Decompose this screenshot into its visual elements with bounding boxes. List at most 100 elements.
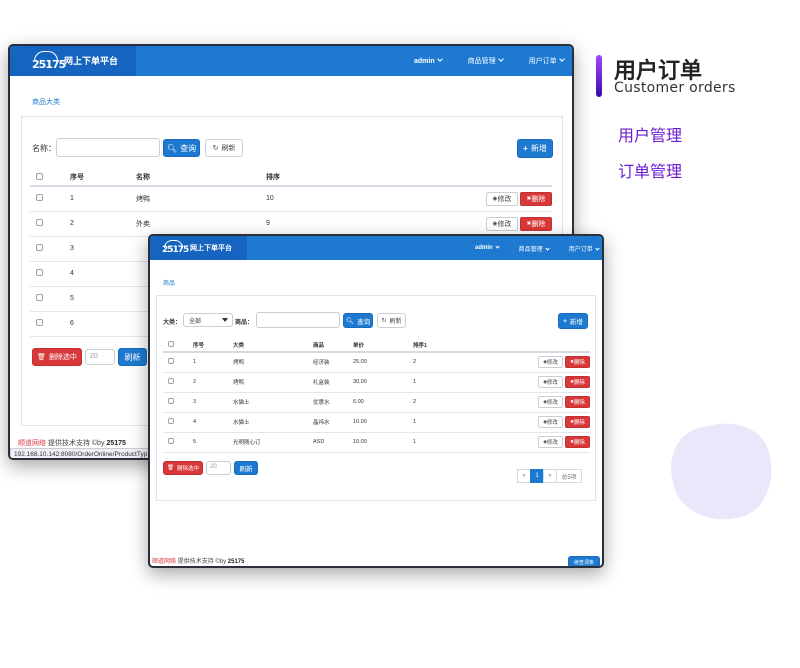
row-checkbox[interactable] bbox=[36, 269, 43, 276]
row-checkbox-cell[interactable] bbox=[163, 392, 193, 413]
footer-company: 顺道网络 bbox=[152, 559, 177, 565]
query-button[interactable]: 🔍︎ 查询 bbox=[163, 139, 200, 157]
chevron-down-icon bbox=[436, 55, 443, 62]
row-checkbox-cell[interactable] bbox=[30, 286, 70, 312]
cell-sort: 2 bbox=[413, 392, 463, 413]
col-actions bbox=[416, 169, 552, 187]
row-checkbox[interactable] bbox=[168, 418, 174, 424]
edit-button[interactable]: ◉ 修改 bbox=[486, 191, 518, 206]
breadcrumb[interactable]: 商品大类 bbox=[32, 97, 60, 107]
cell-sort: 10 bbox=[266, 186, 416, 212]
row-actions: ◉ 修改 ✖ 删除 bbox=[463, 372, 590, 393]
row-checkbox-cell[interactable] bbox=[163, 432, 193, 453]
col-actions bbox=[463, 338, 590, 353]
page-size-input[interactable]: 20 bbox=[206, 461, 231, 475]
cell-sort: 9 bbox=[266, 211, 416, 237]
breadcrumb[interactable]: 商品 bbox=[163, 278, 175, 287]
brand-area[interactable]: 25175 网上下单平台 bbox=[10, 46, 136, 76]
row-checkbox-cell[interactable] bbox=[163, 352, 193, 373]
delete-button[interactable]: ✖ 删除 bbox=[565, 436, 590, 448]
select-all-checkbox-cell[interactable] bbox=[30, 169, 70, 187]
row-actions: ◉ 修改 ✖ 删除 bbox=[463, 352, 590, 373]
delete-button[interactable]: ✖ 删除 bbox=[520, 191, 552, 206]
row-checkbox[interactable] bbox=[36, 194, 43, 202]
col-price: 单价 bbox=[353, 338, 413, 353]
row-checkbox[interactable] bbox=[36, 294, 43, 301]
refresh-bottom-button[interactable]: 刷新 bbox=[234, 461, 258, 475]
row-checkbox-cell[interactable] bbox=[30, 261, 70, 287]
edit-button[interactable]: ◉ 修改 bbox=[538, 416, 563, 428]
add-button[interactable]: + 新增 bbox=[517, 139, 553, 158]
brand-area[interactable]: 25175 网上下单平台 bbox=[150, 236, 247, 260]
pager-current[interactable]: 1 bbox=[530, 469, 544, 483]
delete-button[interactable]: ✖ 删除 bbox=[565, 376, 590, 388]
refresh-button[interactable]: ↻ 刷新 bbox=[205, 139, 243, 157]
dropdown-arrow-icon bbox=[222, 318, 228, 322]
edit-button[interactable]: ◉ 修改 bbox=[538, 376, 563, 388]
row-checkbox-cell[interactable] bbox=[163, 372, 193, 393]
col-no: 序号 bbox=[193, 338, 233, 353]
row-checkbox[interactable] bbox=[168, 358, 174, 365]
delete-button[interactable]: ✖ 删除 bbox=[565, 396, 590, 408]
delete-button[interactable]: ✖ 删除 bbox=[565, 416, 590, 428]
nav-user[interactable]: admin bbox=[414, 55, 443, 65]
chevron-down-icon bbox=[545, 245, 550, 251]
row-checkbox[interactable] bbox=[36, 219, 43, 226]
row-actions: ◉ 修改 ✖ 删除 bbox=[463, 392, 590, 413]
edit-button[interactable]: ◉ 修改 bbox=[538, 356, 563, 369]
main-panel: 大类： 全部 商品： 🔍︎ 查询 ↻ 刷新 + 新增 序号 大类 商品 单价 排… bbox=[156, 295, 596, 501]
cell-product: ASD bbox=[313, 432, 353, 453]
corner-button[interactable]: 续查词条 bbox=[568, 556, 600, 566]
logo-text: 25175 bbox=[162, 245, 189, 255]
cell-product: 优惠水 bbox=[313, 392, 353, 413]
feature-order-management[interactable]: 订单管理 bbox=[618, 158, 682, 182]
name-label: 名称： bbox=[32, 144, 56, 153]
pager-prev[interactable]: « bbox=[517, 469, 531, 483]
app-title: 网上下单平台 bbox=[190, 245, 232, 252]
accent-bar bbox=[596, 55, 602, 97]
row-checkbox[interactable] bbox=[36, 319, 43, 326]
page-size-input[interactable]: 20 bbox=[85, 349, 115, 365]
cell-product: 经济装 bbox=[313, 352, 353, 373]
nav-product-manage[interactable]: 商品管理 bbox=[468, 56, 504, 66]
edit-button[interactable]: ◉ 修改 bbox=[486, 216, 518, 231]
table-row: 1 烤鸭 10 ◉ 修改 ✖ 删除 bbox=[30, 186, 552, 212]
name-search-input[interactable] bbox=[56, 138, 160, 157]
table-row: 3 水猫士 优惠水 6.00 2 ◉ 修改 ✖ 删除 bbox=[163, 392, 590, 413]
logo: 25175 bbox=[162, 238, 189, 258]
delete-label: 删除 bbox=[531, 195, 546, 203]
row-checkbox-cell[interactable] bbox=[30, 186, 70, 212]
delete-selected-button[interactable]: 🗑︎ 删除选中 bbox=[163, 461, 203, 475]
query-button[interactable]: 🔍︎ 查询 bbox=[343, 313, 373, 328]
row-checkbox-cell[interactable] bbox=[30, 236, 70, 262]
nav-user-orders[interactable]: 用户订单 bbox=[569, 244, 600, 253]
nav-user[interactable]: admin bbox=[475, 244, 500, 251]
table-row: 5 光明随心订 ASD 10.00 1 ◉ 修改 ✖ 删除 bbox=[163, 432, 590, 453]
delete-button[interactable]: ✖ 删除 bbox=[520, 216, 552, 231]
refresh-bottom-button[interactable]: 刷新 bbox=[118, 348, 147, 366]
row-checkbox[interactable] bbox=[168, 378, 174, 384]
row-checkbox-cell[interactable] bbox=[30, 311, 70, 337]
pager-next[interactable]: » bbox=[543, 469, 557, 483]
row-checkbox-cell[interactable] bbox=[30, 211, 70, 237]
select-all-checkbox-cell[interactable] bbox=[163, 338, 193, 353]
refresh-button[interactable]: ↻ 刷新 bbox=[377, 313, 406, 328]
row-checkbox[interactable] bbox=[168, 398, 174, 404]
row-checkbox[interactable] bbox=[168, 438, 174, 444]
category-select[interactable]: 全部 bbox=[183, 313, 233, 327]
select-all-checkbox[interactable] bbox=[168, 340, 174, 347]
nav-product-manage[interactable]: 商品管理 bbox=[519, 244, 550, 253]
feature-user-management[interactable]: 用户管理 bbox=[618, 122, 682, 146]
row-checkbox-cell[interactable] bbox=[163, 412, 193, 433]
delete-button[interactable]: ✖ 删除 bbox=[565, 356, 590, 369]
product-search-input[interactable] bbox=[256, 312, 340, 328]
edit-button[interactable]: ◉ 修改 bbox=[538, 396, 563, 408]
delete-selected-button[interactable]: 🗑︎ 删除选中 bbox=[32, 348, 82, 366]
top-navbar: 25175 网上下单平台 admin 商品管理 用户订单 bbox=[10, 46, 572, 76]
row-checkbox[interactable] bbox=[36, 244, 43, 251]
nav-user-orders[interactable]: 用户订单 bbox=[529, 56, 565, 66]
add-button[interactable]: + 新增 bbox=[558, 313, 588, 329]
select-all-checkbox[interactable] bbox=[36, 172, 43, 180]
edit-button[interactable]: ◉ 修改 bbox=[538, 436, 563, 448]
footer-support: 提供技术支持 ©by bbox=[177, 559, 227, 565]
